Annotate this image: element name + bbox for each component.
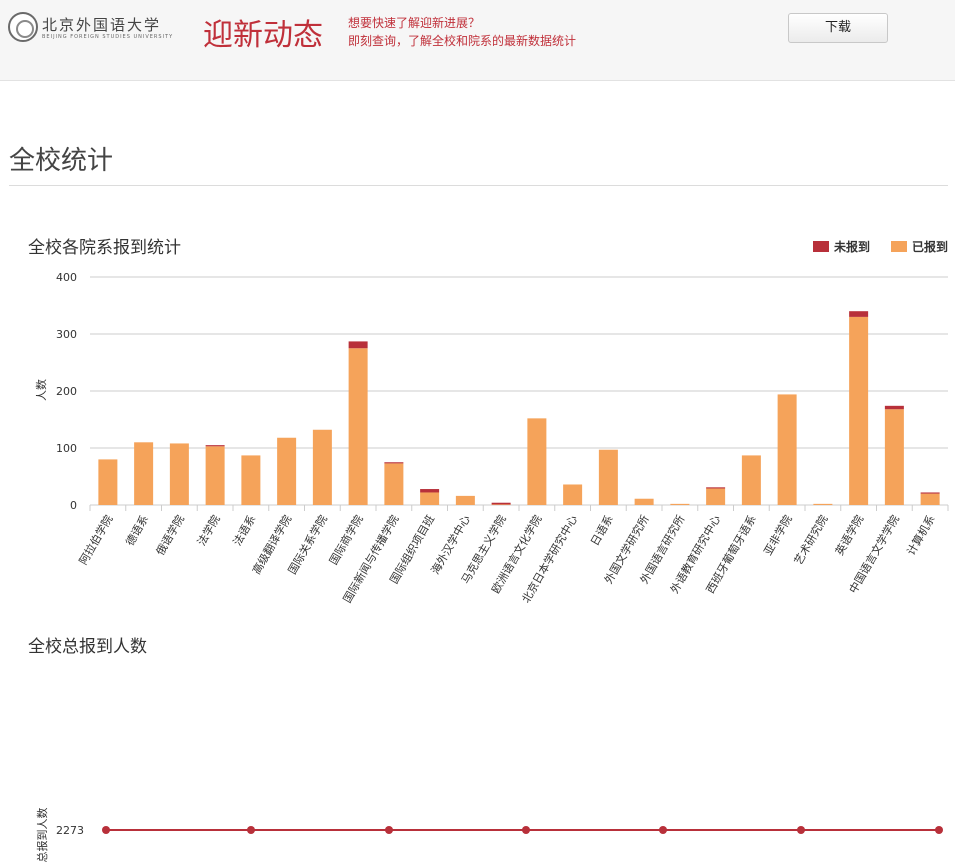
download-button[interactable]: 下载	[788, 13, 888, 43]
data-point	[247, 826, 255, 834]
legend-label-unregistered: 未报到	[833, 239, 870, 254]
bar-registered	[920, 493, 940, 505]
bar-unregistered	[420, 489, 440, 493]
section-divider	[9, 185, 948, 186]
bar-registered	[134, 442, 154, 505]
bar-unregistered	[706, 487, 726, 489]
y-tick-label: 400	[56, 271, 77, 284]
data-point	[659, 826, 667, 834]
page-header: 北京外国语大学 BEIJING FOREIGN STUDIES UNIVERSI…	[0, 0, 955, 81]
department-registration-chart: 0100200300400人数阿拉伯学院 德语系 俄语学院 法学院 法语系高级翻译学院国…	[35, 239, 949, 605]
bar-registered	[491, 504, 511, 505]
bar-registered	[884, 409, 904, 505]
bar-registered	[527, 418, 547, 505]
bar-registered	[598, 449, 618, 505]
y-axis-label: 总报到人数	[35, 808, 49, 863]
bar-registered	[706, 488, 726, 505]
data-point	[797, 826, 805, 834]
bar-registered	[634, 498, 654, 505]
bar-unregistered	[491, 502, 511, 505]
x-tick-label: 艺术研究院	[791, 513, 831, 568]
bar-registered	[241, 455, 261, 505]
legend-label-registered: 已报到	[912, 239, 948, 254]
university-logo[interactable]: 北京外国语大学 BEIJING FOREIGN STUDIES UNIVERSI…	[8, 12, 172, 48]
x-tick-label: 俄语学院	[153, 513, 187, 558]
bar-unregistered	[920, 492, 940, 494]
bar-registered	[98, 459, 118, 505]
x-tick-label: 亚非学院	[761, 513, 795, 558]
y-tick-label: 2273	[56, 824, 84, 837]
y-tick-label: 0	[70, 499, 77, 512]
subtitle-line-2: 即刻查询，了解全校和院系的最新数据统计	[348, 34, 577, 48]
logo-name: 北京外国语大学	[42, 16, 162, 34]
y-tick-label: 200	[56, 385, 77, 398]
x-tick-label: 阿拉伯学院	[76, 513, 116, 568]
bar-registered	[169, 443, 189, 505]
section-title: 全校统计	[9, 146, 114, 176]
x-tick-label: 法学院	[194, 513, 223, 549]
bar-registered	[777, 394, 797, 505]
x-tick-label: 德语系	[123, 513, 152, 549]
total-registration-chart: 总报到人数 2273	[35, 808, 943, 863]
x-tick-label: 法语系	[230, 513, 259, 549]
page-title: 迎新动态	[203, 18, 323, 53]
y-tick-label: 300	[56, 328, 77, 341]
x-tick-label: 日语系	[588, 513, 616, 548]
y-tick-label: 100	[56, 442, 77, 455]
x-tick-label: 计算机系	[904, 513, 938, 558]
bar-registered	[813, 503, 833, 505]
data-point	[385, 826, 393, 834]
bar-unregistered	[849, 311, 869, 317]
bar-registered	[741, 455, 761, 505]
bar-registered	[420, 492, 440, 505]
bar-unregistered	[205, 445, 225, 447]
bar-registered	[849, 316, 869, 505]
bar-unregistered	[384, 462, 404, 464]
data-point	[935, 826, 943, 834]
x-tick-label: 英语学院	[832, 513, 866, 558]
x-tick-label: 国际商学院	[326, 513, 366, 568]
subtitle-line-1: 想要快速了解迎新进展？	[348, 16, 481, 30]
seal-icon	[8, 12, 38, 42]
legend-swatch-registered	[891, 241, 907, 252]
bar-registered	[348, 348, 368, 505]
legend-swatch-unregistered	[813, 241, 829, 252]
bar-registered	[670, 503, 690, 505]
bar-registered	[563, 484, 583, 505]
bar-registered	[312, 429, 332, 505]
y-axis-label: 人数	[35, 379, 48, 401]
data-point	[102, 826, 110, 834]
logo-en: BEIJING FOREIGN STUDIES UNIVERSITY	[42, 34, 174, 40]
bar-unregistered	[884, 405, 904, 410]
data-point	[522, 826, 530, 834]
bar-registered	[205, 446, 225, 505]
bar-registered	[384, 463, 404, 505]
bar-registered	[277, 437, 297, 505]
bar-unregistered	[348, 341, 368, 349]
bar-registered	[455, 495, 475, 505]
line-chart-title: 全校总报到人数	[28, 637, 147, 657]
